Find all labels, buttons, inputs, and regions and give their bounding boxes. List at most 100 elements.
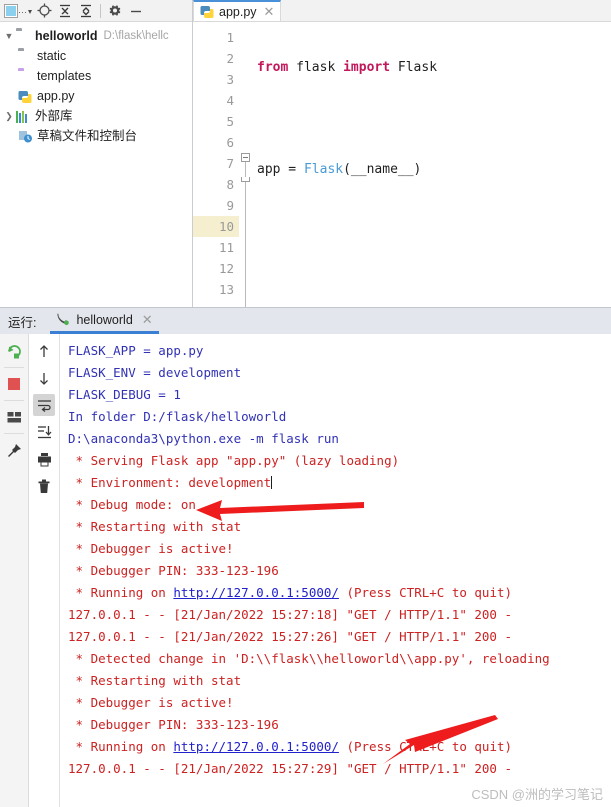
pin-tab-button[interactable] <box>3 439 25 461</box>
line-number: 1 <box>226 30 234 45</box>
run-tab-helloworld[interactable]: helloworld ✕ <box>50 308 159 334</box>
scroll-to-end-button[interactable] <box>33 421 55 443</box>
tree-item-label: 草稿文件和控制台 <box>37 129 138 143</box>
console-line: 127.0.0.1 - - [21/Jan/2022 15:27:26] "GE… <box>68 629 513 644</box>
tree-item-external-libraries[interactable]: ❯ 外部库 <box>0 106 192 126</box>
line-number: 5 <box>226 114 234 129</box>
line-number-gutter: 1 2 3 4 5 6 7 8 9 10 11 12 13 <box>193 22 239 307</box>
console-line: * Debug mode: on <box>68 497 196 512</box>
settings-gear-icon[interactable] <box>105 1 125 20</box>
tree-item-label: helloworld <box>35 29 98 43</box>
run-configuration-icon <box>56 312 71 327</box>
folder-icon <box>16 29 31 44</box>
python-file-icon <box>200 4 215 19</box>
line-number: 2 <box>226 51 234 66</box>
console-link[interactable]: http://127.0.0.1:5000/ <box>173 585 339 600</box>
console-line: 127.0.0.1 - - [21/Jan/2022 15:27:29] "GE… <box>68 761 513 776</box>
line-number: 3 <box>226 72 234 87</box>
tree-item-path: D:\flask\hellc <box>103 30 169 42</box>
locate-file-icon[interactable] <box>34 1 54 20</box>
toolbar-separator <box>100 3 101 18</box>
rerun-button[interactable] <box>3 340 25 362</box>
clear-all-button[interactable] <box>33 475 55 497</box>
svg-text:···: ··· <box>18 7 27 17</box>
console-line: * Debugger is active! <box>68 695 234 710</box>
top-area: ··· ▼ helloworld D:\flask\hellc static t… <box>0 0 611 307</box>
print-button[interactable] <box>33 448 55 470</box>
close-icon[interactable]: ✕ <box>264 4 275 20</box>
console-line-suffix: (Press CTRL+C to quit) <box>338 585 513 600</box>
code-line: app = Flask(__name__) <box>257 162 422 177</box>
collapse-all-icon[interactable] <box>76 1 96 20</box>
console-line: * Serving Flask app "app.py" (lazy loadi… <box>68 453 400 468</box>
run-panel-body: FLASK_APP = app.py FLASK_ENV = developme… <box>0 334 611 807</box>
run-tab-label: helloworld <box>76 312 133 327</box>
expand-all-icon[interactable] <box>55 1 75 20</box>
code-area[interactable]: 1 2 3 4 5 6 7 8 9 10 11 12 13 from flask… <box>193 22 611 307</box>
layout-settings-button[interactable] <box>3 406 25 428</box>
watermark: CSDN @洲的学习笔记 <box>471 787 603 802</box>
line-number: 10 <box>193 216 239 237</box>
chevron-right-icon[interactable]: ❯ <box>2 106 16 126</box>
project-tree: ▼ helloworld D:\flask\hellc static templ… <box>0 22 192 307</box>
run-panel: 运行: helloworld ✕ FLASK_APP = app.py FLAS… <box>0 307 611 807</box>
editor-area: app.py ✕ 1 2 3 4 5 6 7 8 9 10 11 12 13 f… <box>193 0 611 307</box>
up-arrow-button[interactable] <box>33 340 55 362</box>
tree-item-app-py[interactable]: app.py <box>0 86 192 106</box>
console-line: * Debugger PIN: 333-123-196 <box>68 563 279 578</box>
code-fold-column[interactable] <box>239 22 253 307</box>
python-file-icon <box>18 89 33 104</box>
project-panel: ··· ▼ helloworld D:\flask\hellc static t… <box>0 0 193 307</box>
line-number: 12 <box>218 261 234 276</box>
console-line-prefix: * Running on <box>68 585 174 600</box>
tree-item-static[interactable]: static <box>0 46 192 66</box>
tree-item-label: app.py <box>37 89 75 103</box>
line-number: 13 <box>218 282 234 297</box>
tree-item-templates[interactable]: templates <box>0 66 192 86</box>
chevron-down-icon[interactable]: ▼ <box>2 26 16 46</box>
console-output[interactable]: FLASK_APP = app.py FLASK_ENV = developme… <box>60 334 611 807</box>
tab-app-py[interactable]: app.py ✕ <box>193 0 282 21</box>
toolbar-divider <box>4 400 24 401</box>
line-number: 11 <box>218 240 234 255</box>
code-text[interactable]: from flask import Flask app = Flask(__na… <box>253 22 611 307</box>
console-line: * Running on http://127.0.0.1:5000/ (Pre… <box>68 736 611 758</box>
project-view-selector[interactable]: ··· <box>3 1 33 20</box>
fold-end-icon[interactable] <box>241 177 250 182</box>
tree-item-label: 外部库 <box>35 109 73 123</box>
folder-icon <box>18 49 33 64</box>
run-panel-title: 运行: <box>8 315 37 330</box>
code-line: from flask import Flask <box>257 60 438 75</box>
soft-wrap-button[interactable] <box>33 394 55 416</box>
console-line: * Running on http://127.0.0.1:5000/ (Pre… <box>68 582 611 604</box>
run-left-toolbar <box>0 334 29 807</box>
down-arrow-button[interactable] <box>33 367 55 389</box>
console-line: FLASK_DEBUG = 1 <box>68 387 181 402</box>
tree-item-scratches-consoles[interactable]: 草稿文件和控制台 <box>0 126 192 146</box>
console-line-text: * Environment: development <box>68 475 272 490</box>
console-line: In folder D:/flask/helloworld <box>68 409 287 424</box>
fold-collapse-icon[interactable] <box>241 153 250 162</box>
editor-tabbar: app.py ✕ <box>193 0 611 22</box>
line-number: 6 <box>226 135 234 150</box>
text-caret <box>271 476 273 489</box>
console-link[interactable]: http://127.0.0.1:5000/ <box>173 739 339 754</box>
folder-icon <box>18 69 33 84</box>
tree-item-helloworld[interactable]: ▼ helloworld D:\flask\hellc <box>0 26 192 46</box>
line-number: 7 <box>226 156 234 171</box>
line-number: 4 <box>226 93 234 108</box>
hide-panel-icon[interactable] <box>126 1 146 20</box>
console-line: * Restarting with stat <box>68 673 242 688</box>
library-icon <box>16 109 31 124</box>
stop-button[interactable] <box>3 373 25 395</box>
project-toolbar: ··· <box>0 0 192 22</box>
line-number: 9 <box>226 198 234 213</box>
console-line: FLASK_ENV = development <box>68 365 242 380</box>
console-line: FLASK_APP = app.py <box>68 343 204 358</box>
console-line: * Restarting with stat <box>68 519 242 534</box>
console-line-prefix: * Running on <box>68 739 174 754</box>
close-icon[interactable]: ✕ <box>142 312 153 328</box>
line-number: 8 <box>226 177 234 192</box>
